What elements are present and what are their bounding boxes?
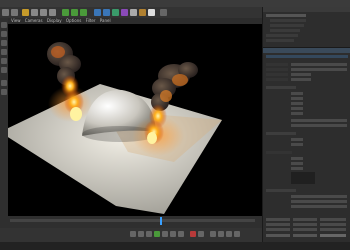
generator-icon[interactable] — [112, 9, 119, 16]
attribute-field[interactable] — [291, 107, 303, 110]
layout-icon[interactable] — [160, 9, 167, 16]
apply-button[interactable] — [320, 234, 346, 237]
playback-bar — [0, 228, 262, 242]
render-settings-icon[interactable] — [80, 9, 87, 16]
viewport[interactable]: View Cameras Display Options Filter Pane… — [8, 18, 262, 216]
rotate-icon[interactable] — [49, 9, 56, 16]
rotation-b-field[interactable] — [320, 228, 346, 231]
position-y-field[interactable] — [266, 223, 290, 226]
object-row[interactable] — [266, 14, 306, 17]
move-icon[interactable] — [31, 9, 38, 16]
attribute-field[interactable] — [291, 63, 347, 66]
attribute-field[interactable] — [291, 138, 303, 141]
position-key-icon[interactable] — [218, 231, 224, 237]
pen-icon[interactable] — [103, 9, 110, 16]
position-x-field[interactable] — [266, 218, 290, 221]
texture-mode-icon[interactable] — [1, 40, 7, 46]
keyframe-selection-icon[interactable] — [210, 231, 216, 237]
right-panels — [262, 7, 350, 242]
polygons-mode-icon[interactable] — [1, 67, 7, 73]
next-key-icon[interactable] — [170, 231, 176, 237]
attribute-label — [266, 78, 288, 81]
attribute-field[interactable] — [291, 73, 311, 76]
attribute-field[interactable] — [291, 162, 303, 165]
section-header[interactable] — [266, 189, 296, 192]
camera-icon[interactable] — [139, 9, 146, 16]
size-x-field[interactable] — [293, 218, 317, 221]
attribute-field[interactable] — [291, 119, 347, 122]
render-icon[interactable] — [71, 9, 78, 16]
scene-icon[interactable] — [130, 9, 137, 16]
size-z-field[interactable] — [293, 228, 317, 231]
go-to-end-icon[interactable] — [178, 231, 184, 237]
size-y-field[interactable] — [293, 223, 317, 226]
coordinates-manager — [263, 215, 349, 242]
timeline[interactable] — [0, 216, 262, 228]
redo-icon[interactable] — [11, 9, 18, 16]
menu-bar — [0, 0, 350, 7]
previous-frame-icon[interactable] — [146, 231, 152, 237]
attribute-field[interactable] — [291, 112, 303, 115]
object-mode-dropdown[interactable] — [266, 234, 290, 237]
left-toolbar — [0, 18, 8, 216]
attribute-label — [266, 151, 292, 154]
axis-icon[interactable] — [1, 89, 7, 95]
next-frame-icon[interactable] — [162, 231, 168, 237]
object-row[interactable] — [270, 29, 300, 32]
model-mode-icon[interactable] — [1, 31, 7, 37]
record-icon[interactable] — [190, 231, 196, 237]
attribute-field[interactable] — [291, 102, 303, 105]
cube-icon[interactable] — [94, 9, 101, 16]
attribute-field[interactable] — [291, 205, 347, 208]
undo-icon[interactable] — [2, 9, 9, 16]
object-row[interactable] — [270, 24, 304, 27]
play-icon[interactable] — [154, 231, 160, 237]
gradient-preview[interactable] — [291, 172, 315, 184]
section-header[interactable] — [266, 132, 296, 135]
attribute-label — [266, 68, 288, 71]
object-manager-header — [263, 7, 350, 12]
attribute-manager-header — [263, 48, 350, 53]
attribute-field[interactable] — [291, 97, 303, 100]
render-view-icon[interactable] — [62, 9, 69, 16]
timeline-ruler[interactable] — [10, 219, 255, 222]
attribute-label — [266, 63, 288, 66]
rotation-h-field[interactable] — [320, 218, 346, 221]
attribute-field[interactable] — [291, 78, 311, 81]
make-editable-icon[interactable] — [1, 22, 7, 28]
render-scene — [8, 42, 222, 214]
status-bar — [0, 242, 350, 250]
scale-icon[interactable] — [40, 9, 47, 16]
object-row[interactable] — [266, 34, 298, 37]
attribute-field[interactable] — [291, 92, 303, 95]
attribute-field[interactable] — [291, 157, 303, 160]
attribute-field[interactable] — [291, 68, 347, 71]
attribute-field[interactable] — [291, 167, 303, 170]
snap-icon[interactable] — [1, 80, 7, 86]
attribute-field[interactable] — [291, 195, 347, 198]
position-z-field[interactable] — [266, 228, 290, 231]
attribute-field[interactable] — [291, 200, 347, 203]
go-to-start-icon[interactable] — [130, 231, 136, 237]
light-icon[interactable] — [148, 9, 155, 16]
rotation-p-field[interactable] — [320, 223, 346, 226]
playhead[interactable] — [160, 217, 162, 225]
scale-key-icon[interactable] — [226, 231, 232, 237]
object-row[interactable] — [266, 39, 294, 42]
live-selection-icon[interactable] — [22, 9, 29, 16]
rotation-key-icon[interactable] — [234, 231, 240, 237]
points-mode-icon[interactable] — [1, 49, 7, 55]
edges-mode-icon[interactable] — [1, 58, 7, 64]
previous-key-icon[interactable] — [138, 231, 144, 237]
size-mode-dropdown[interactable] — [293, 234, 317, 237]
object-row[interactable] — [270, 19, 306, 22]
attribute-field[interactable] — [291, 124, 347, 127]
deformer-icon[interactable] — [121, 9, 128, 16]
autokey-icon[interactable] — [198, 231, 204, 237]
attribute-tabs[interactable] — [266, 55, 348, 58]
section-header[interactable] — [266, 86, 296, 89]
attribute-label — [266, 73, 288, 76]
attribute-field[interactable] — [291, 143, 303, 146]
